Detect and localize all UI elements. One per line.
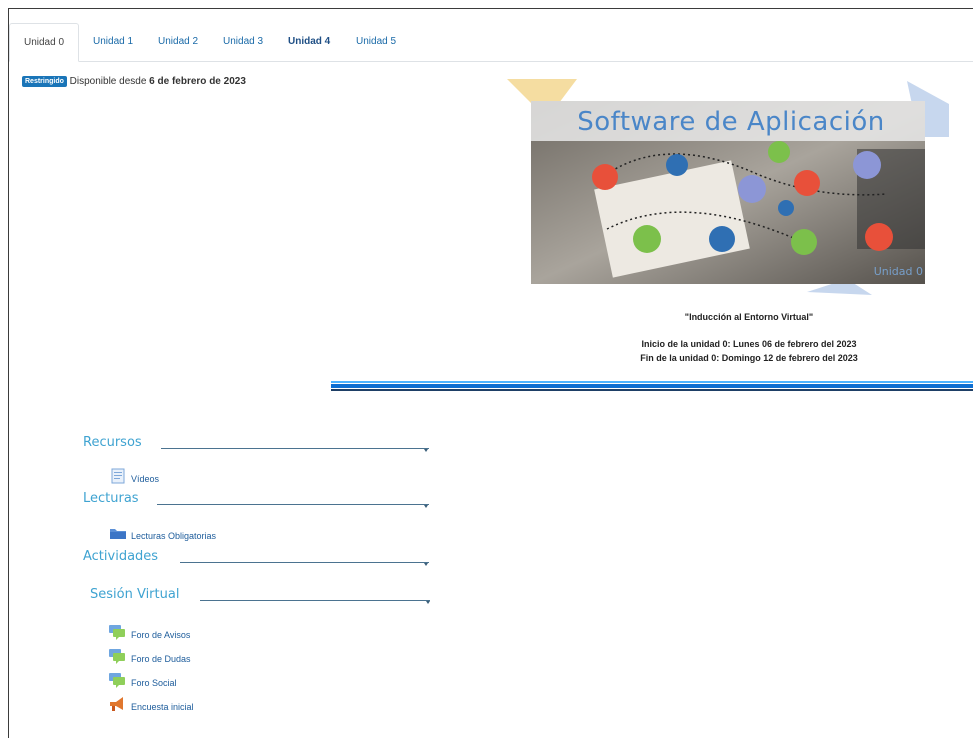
section-title-recursos: Recursos [83, 435, 142, 450]
activity-label: Foro de Avisos [131, 630, 191, 640]
activity-label: Lecturas Obligatorias [131, 531, 217, 541]
caret-down-icon [426, 601, 430, 604]
section-underline [180, 562, 429, 563]
banner-title: Software de Aplicación [577, 107, 885, 137]
folder-icon [110, 529, 126, 539]
activity-label: Vídeos [131, 474, 160, 484]
tab-unidad-2[interactable]: Unidad 2 [149, 23, 207, 61]
megaphone-icon [110, 697, 123, 711]
section-actividades[interactable]: Actividades [83, 545, 433, 567]
section-underline [161, 448, 429, 449]
restricted-badge: Restringido [22, 76, 67, 87]
caret-down-icon [424, 449, 428, 452]
unit-tabs: Unidad 0 Unidad 1 Unidad 2 Unidad 3 Unid… [9, 23, 973, 62]
unit-banner: Software de Aplicación Unidad 0 [507, 79, 949, 309]
activity-label: Foro Social [131, 678, 177, 688]
caret-down-icon [424, 505, 428, 508]
section-title-sesion-virtual: Sesión Virtual [90, 587, 180, 602]
forum-icon [109, 673, 125, 688]
forum-icon [109, 649, 125, 664]
section-title-lecturas: Lecturas [83, 491, 139, 506]
tab-unidad-3[interactable]: Unidad 3 [214, 23, 272, 61]
caret-down-icon [424, 563, 428, 566]
tab-unidad-0[interactable]: Unidad 0 [9, 23, 79, 62]
unit-subtitle: "Inducción al Entorno Virtual" [684, 312, 814, 322]
activity-label: Foro de Dudas [131, 654, 191, 664]
section-sesion-virtual[interactable]: Sesión Virtual [90, 583, 440, 605]
blue-divider [331, 381, 973, 391]
availability-date: 6 de febrero de 2023 [149, 76, 246, 87]
activity-label: Encuesta inicial [131, 702, 194, 712]
tab-unidad-4[interactable]: Unidad 4 [279, 23, 339, 61]
section-underline [200, 600, 430, 601]
unit-start-date: Inicio de la unidad 0: Lunes 06 de febre… [641, 339, 857, 349]
forum-icon [109, 625, 125, 640]
banner-unit-label: Unidad 0 [873, 265, 923, 278]
tab-unidad-5[interactable]: Unidad 5 [347, 23, 405, 61]
section-title-actividades: Actividades [83, 549, 159, 564]
page-icon [111, 468, 125, 484]
availability-text: Disponible desde [69, 76, 147, 87]
section-underline [157, 504, 429, 505]
course-frame: Unidad 0 Unidad 1 Unidad 2 Unidad 3 Unid… [8, 8, 973, 738]
unit-end-date: Fin de la unidad 0: Domingo 12 de febrer… [640, 353, 858, 363]
tab-unidad-1[interactable]: Unidad 1 [84, 23, 142, 61]
section-lecturas[interactable]: Lecturas [83, 487, 433, 509]
section-recursos[interactable]: Recursos [83, 431, 433, 453]
availability-notice: Restringido Disponible desde 6 de febrer… [22, 76, 246, 87]
